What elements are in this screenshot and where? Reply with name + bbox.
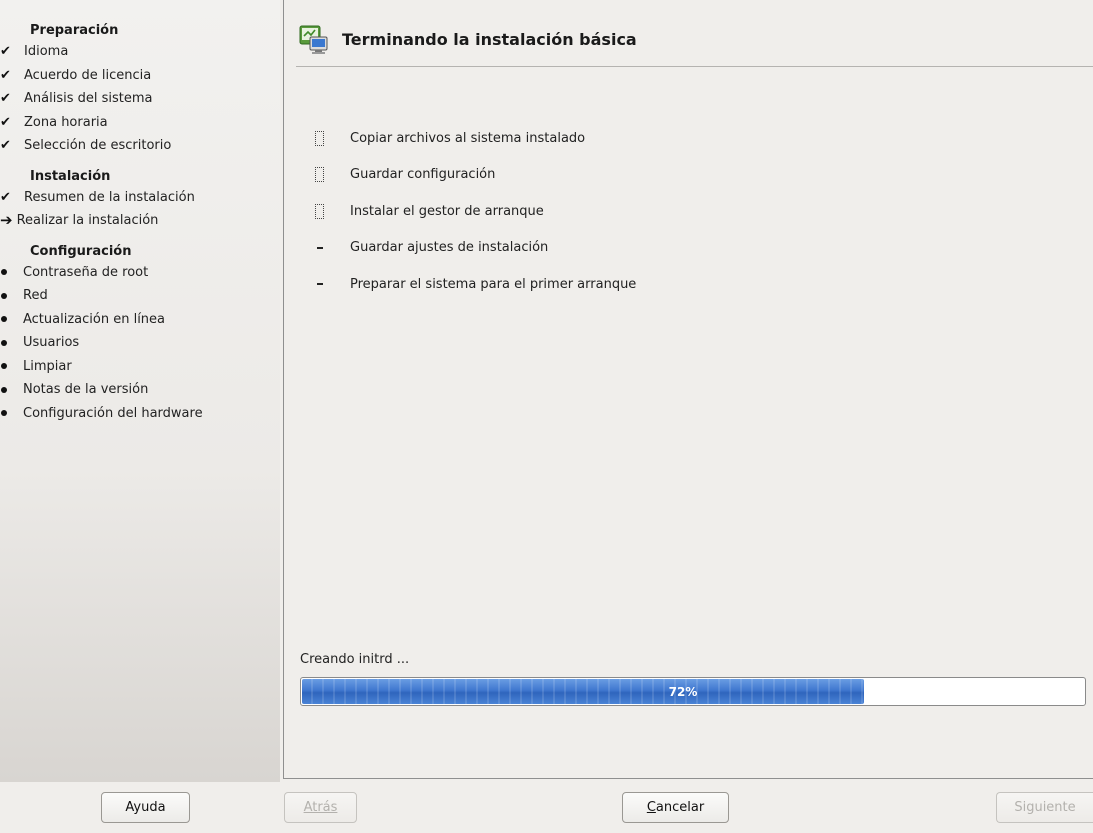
sidebar-section: Instalación ✔ Resumen de la instalación ➔ Re… [0, 168, 280, 233]
sidebar-section-title: Configuración [30, 243, 132, 259]
task-item: Guardar configuración [314, 157, 636, 194]
todo-dash-icon [317, 246, 323, 249]
sidebar-step: Usuarios [1, 331, 280, 355]
sidebar-step: ✔ Selección de escritorio [0, 134, 280, 158]
bullet-icon [1, 410, 7, 417]
install-computer-icon [299, 25, 329, 55]
installer-window: Preparación ✔ Idioma ✔ Acuerdo de licencia ✔ A… [0, 0, 1093, 833]
sidebar-step-label: Idioma [24, 44, 69, 59]
task-status-marker [314, 130, 350, 146]
sidebar-step-label: Acuerdo de licencia [24, 67, 152, 83]
task-label: Instalar el gestor de arranque [350, 203, 544, 219]
task-status-marker [314, 203, 350, 219]
sidebar-section: Preparación ✔ Idioma ✔ Acuerdo de licencia ✔ A… [0, 22, 280, 158]
sidebar-step-label: Análisis del sistema [24, 91, 153, 106]
sidebar-step: ✔ Zona horaria [0, 111, 280, 135]
sidebar-step: Red [1, 284, 280, 308]
task-item: Guardar ajustes de instalación [314, 230, 636, 267]
sidebar-step-label: Notas de la versión [23, 382, 149, 397]
sidebar-step: Contraseña de root [1, 261, 280, 285]
sidebar-step-label: Contraseña de root [23, 264, 149, 280]
page-header: Terminando la instalación básica [296, 18, 1093, 67]
bullet-icon [1, 386, 7, 393]
sidebar-step-label: Realizar la instalación [16, 213, 159, 228]
back-button[interactable]: Atrás [284, 792, 357, 823]
bullet-icon [1, 292, 7, 299]
sidebar-step: ✔ Idioma [0, 40, 280, 64]
page-title: Terminando la instalación básica [342, 30, 637, 49]
task-label: Copiar archivos al sistema instalado [350, 130, 586, 146]
sidebar-step: ✔ Análisis del sistema [0, 87, 280, 111]
sidebar-step: Configuración del hardware [1, 402, 280, 426]
sidebar-step-label: Limpiar [23, 358, 72, 374]
cancel-mnemonic: C [646, 800, 656, 815]
cancel-label-rest: ancelar [655, 800, 705, 815]
sidebar-section: Configuración Contraseña de root Red Actual… [1, 243, 280, 426]
bullet-icon [1, 316, 7, 323]
bullet-icon [1, 269, 7, 276]
sidebar-step: Notas de la versión [1, 378, 280, 402]
check-icon: ✔ [0, 67, 11, 83]
check-icon: ✔ [0, 114, 11, 130]
steps-sidebar: Preparación ✔ Idioma ✔ Acuerdo de licencia ✔ A… [0, 0, 280, 782]
progress-bar: 72% [300, 677, 1086, 706]
check-icon: ✔ [0, 91, 11, 106]
check-icon: ✔ [0, 44, 11, 59]
sidebar-step: Actualización en línea [1, 308, 280, 332]
in-progress-icon [315, 167, 324, 183]
help-button[interactable]: Ayuda [101, 792, 190, 823]
in-progress-icon [315, 203, 324, 219]
sidebar-step-label: Red [23, 288, 48, 303]
arrow-right-icon: ➔ [0, 211, 13, 229]
sidebar-step-label: Zona horaria [24, 114, 108, 130]
sidebar-step-label: Resumen de la instalación [24, 189, 195, 205]
sidebar-step: ✔ Acuerdo de licencia [0, 64, 280, 88]
steps-list: Preparación ✔ Idioma ✔ Acuerdo de licencia ✔ A… [0, 0, 280, 425]
todo-dash-icon [317, 283, 323, 286]
task-status-marker [314, 167, 350, 183]
task-status-marker [314, 283, 350, 286]
in-progress-icon [315, 130, 324, 146]
check-icon: ✔ [0, 138, 11, 153]
back-button-label: Atrás [303, 800, 338, 815]
sidebar-step-label: Selección de escritorio [24, 138, 172, 153]
task-status-marker [314, 246, 350, 249]
progress-percent-label: 72% [668, 684, 698, 699]
sidebar-section-title: Preparación [30, 23, 119, 38]
sidebar-section-title: Instalación [30, 168, 111, 184]
check-icon: ✔ [0, 189, 11, 205]
sidebar-step: ✔ Resumen de la instalación [0, 186, 280, 210]
bullet-icon [1, 339, 7, 346]
bullet-icon [1, 363, 7, 370]
sidebar-step-label: Actualización en línea [23, 311, 166, 327]
task-item: Copiar archivos al sistema instalado [314, 120, 636, 157]
task-item: Instalar el gestor de arranque [314, 193, 636, 230]
sidebar-step: ➔ Realizar la instalación [0, 209, 280, 233]
task-label: Guardar configuración [350, 167, 496, 183]
sidebar-step: Limpiar [1, 355, 280, 379]
sidebar-step-label: Usuarios [23, 335, 80, 350]
cancel-button[interactable]: Cancelar [622, 792, 729, 823]
progress-status-text: Creando initrd ... [300, 652, 410, 667]
task-label: Guardar ajustes de instalación [350, 240, 549, 256]
next-button[interactable]: Siguiente [996, 792, 1093, 823]
task-item: Preparar el sistema para el primer arran… [314, 266, 636, 303]
task-label: Preparar el sistema para el primer arran… [350, 276, 637, 292]
main-panel: Terminando la instalación básica Copiar … [283, 0, 1093, 779]
sidebar-step-label: Configuración del hardware [23, 405, 203, 421]
task-list: Copiar archivos al sistema instalado Guar… [314, 120, 636, 303]
